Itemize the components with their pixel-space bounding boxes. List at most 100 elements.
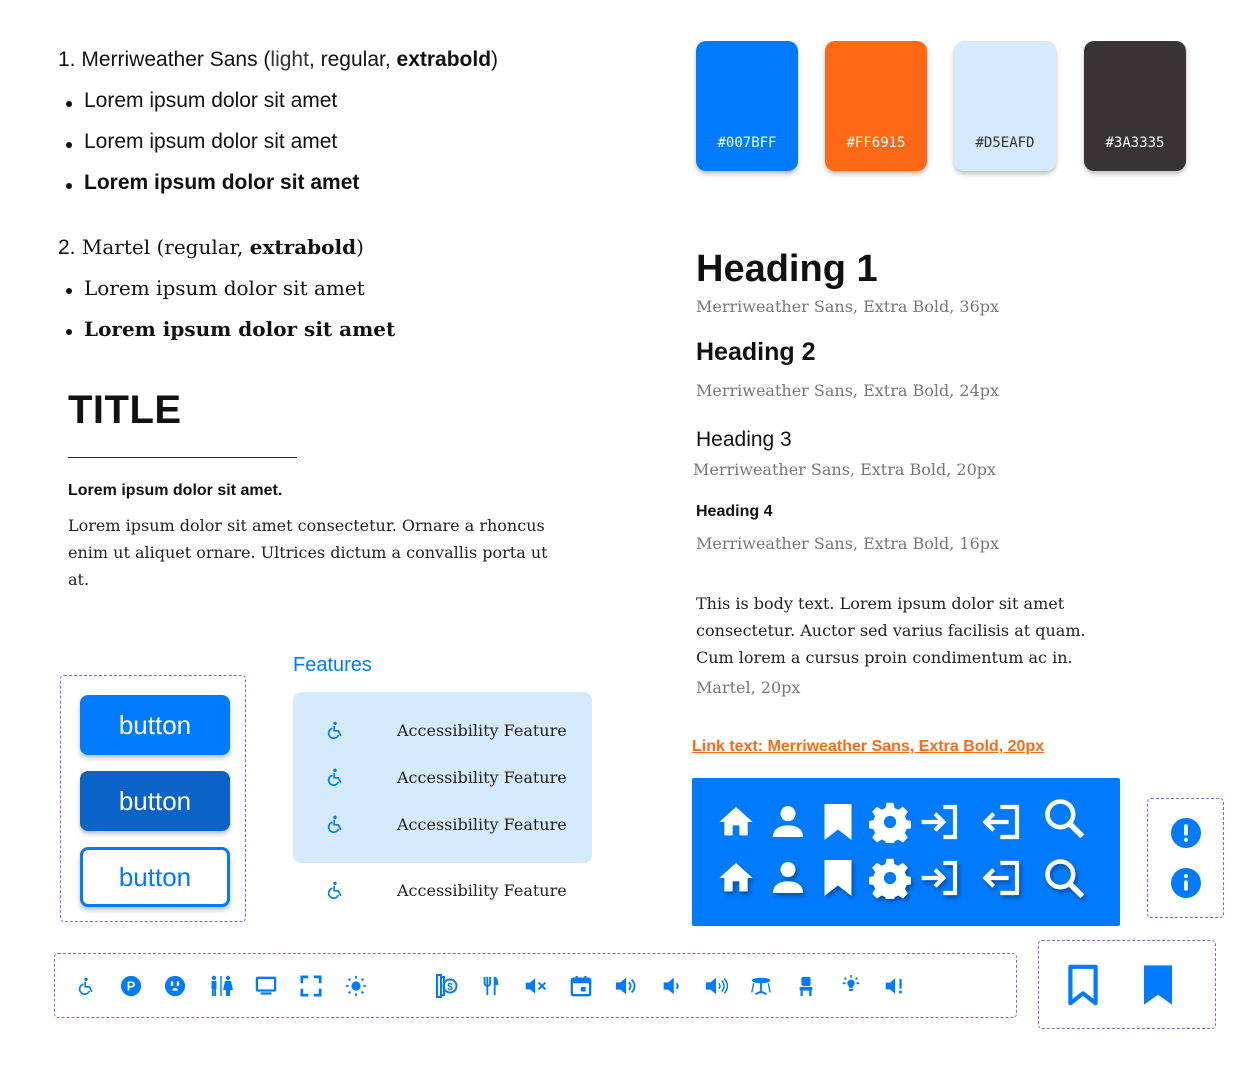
primary-button[interactable]: button [80, 695, 230, 755]
body-text-meta: Martel, 20px [696, 678, 801, 697]
weight-regular: regular [320, 48, 385, 71]
font-item-1: 1. Merriweather Sans (light, regular, ex… [58, 48, 498, 72]
chair-icon [794, 974, 818, 998]
heading-3-meta: Merriweather Sans, Extra Bold, 20px [693, 460, 997, 479]
brightness-icon [344, 974, 368, 998]
bookmark-outline-icon[interactable] [1066, 964, 1100, 1010]
feature-label: Accessibility Feature [397, 814, 567, 834]
volume-high-icon [614, 974, 638, 998]
heading-1-meta: Merriweather Sans, Extra Bold, 36px [696, 297, 1000, 316]
heading-3: Heading 3 [696, 428, 792, 451]
swatch-primary: #007BFF [696, 41, 798, 171]
svg-text:P: P [127, 979, 136, 994]
bookmark-group [1038, 940, 1216, 1029]
font-name: Merriweather Sans ( [81, 48, 271, 71]
heading-4: Heading 4 [696, 503, 773, 520]
feature-label: Accessibility Feature [397, 720, 567, 740]
list-number: 2. [58, 236, 76, 259]
icon-panel [692, 778, 1120, 926]
alert-icon [1171, 818, 1201, 852]
info-icon [1171, 868, 1201, 902]
table-icon [749, 974, 773, 998]
logout-icon[interactable] [980, 856, 1024, 900]
font-item-2: 2. Martel (regular, extrabold) [58, 235, 364, 260]
separator: , [308, 48, 321, 71]
alert-volume-icon [884, 974, 908, 998]
user-icon[interactable] [766, 800, 810, 844]
font-name: Martel ( [81, 235, 165, 259]
bookmark-icon[interactable] [816, 856, 860, 900]
list-number: 1. [58, 48, 76, 71]
gear-icon[interactable] [868, 856, 912, 900]
bookmark-filled-icon[interactable] [1141, 964, 1175, 1010]
sample-extrabold: Lorem ipsum dolor sit amet [84, 171, 360, 194]
page-title: TITLE [68, 388, 182, 432]
swatch-label: #007BFF [717, 135, 777, 151]
swatch-label: #D5EAFD [975, 135, 1035, 151]
features-heading: Features [293, 654, 372, 676]
bookmark-icon[interactable] [816, 800, 860, 844]
volume-mid-icon [704, 974, 728, 998]
outlet-icon [163, 974, 187, 998]
wheelchair-icon [293, 766, 377, 788]
search-icon[interactable] [1042, 856, 1086, 900]
swatch-label: #3A3335 [1105, 135, 1165, 151]
fullscreen-icon [299, 974, 323, 998]
list-item: Accessibility Feature [293, 710, 592, 750]
bullet [66, 142, 72, 148]
title-rule [68, 457, 297, 458]
swatch-accent: #FF6915 [825, 41, 927, 171]
swatch-dark: #3A3335 [1084, 41, 1186, 171]
title-body: Lorem ipsum dolor sit amet consectetur. … [68, 516, 548, 589]
sample-regular: Lorem ipsum dolor sit amet [84, 130, 338, 153]
bullet [66, 329, 72, 335]
title-subtitle: Lorem ipsum dolor sit amet. [68, 482, 283, 499]
sample-regular: Lorem ipsum dolor sit amet [84, 276, 365, 300]
home-icon[interactable] [714, 800, 758, 844]
volume-low-icon [659, 974, 683, 998]
restroom-icon [209, 974, 233, 998]
wheelchair-icon [293, 719, 377, 741]
parking-icon: P [119, 974, 143, 998]
weight-regular: regular [164, 235, 238, 259]
feature-label: Accessibility Feature [397, 880, 567, 900]
search-icon[interactable] [1042, 796, 1086, 840]
weight-extrabold: extrabold [249, 235, 357, 259]
mute-icon [524, 974, 548, 998]
list-item: Accessibility Feature [293, 870, 592, 910]
heading-1: Heading 1 [696, 248, 878, 290]
calendar-icon [569, 974, 593, 998]
wheelchair-icon [293, 879, 377, 901]
list-item: Accessibility Feature [293, 804, 592, 844]
user-icon[interactable] [766, 856, 810, 900]
heading-2: Heading 2 [696, 338, 816, 366]
weight-light: light [270, 48, 309, 71]
payment-icon: $ [434, 974, 458, 998]
gear-icon[interactable] [868, 800, 912, 844]
restaurant-icon [479, 974, 503, 998]
separator: , [237, 235, 250, 259]
light-icon [839, 974, 863, 998]
heading-4-meta: Merriweather Sans, Extra Bold, 16px [696, 534, 1000, 553]
bullet [66, 101, 72, 107]
heading-2-meta: Merriweather Sans, Extra Bold, 24px [696, 381, 1000, 400]
paren: ) [491, 48, 499, 71]
separator: , [384, 48, 397, 71]
sample-light: Lorem ipsum dolor sit amet [84, 89, 338, 112]
logout-icon[interactable] [980, 800, 1024, 844]
swatch-light: #D5EAFD [954, 41, 1056, 171]
sample-extrabold: Lorem ipsum dolor sit amet [84, 317, 396, 341]
home-icon[interactable] [714, 856, 758, 900]
login-icon[interactable] [918, 856, 962, 900]
body-text: This is body text. Lorem ipsum dolor sit… [696, 594, 1086, 667]
bullet [66, 183, 72, 189]
outline-button[interactable]: button [80, 847, 230, 907]
wheelchair-icon [74, 974, 98, 998]
weight-extrabold: extrabold [396, 48, 492, 71]
feature-label: Accessibility Feature [397, 767, 567, 787]
sample-link[interactable]: Link text: Merriweather Sans, Extra Bold… [692, 738, 1044, 756]
svg-text:$: $ [447, 982, 453, 993]
primary-button-hover[interactable]: button [80, 771, 230, 831]
list-item: Accessibility Feature [293, 757, 592, 797]
login-icon[interactable] [918, 800, 962, 844]
